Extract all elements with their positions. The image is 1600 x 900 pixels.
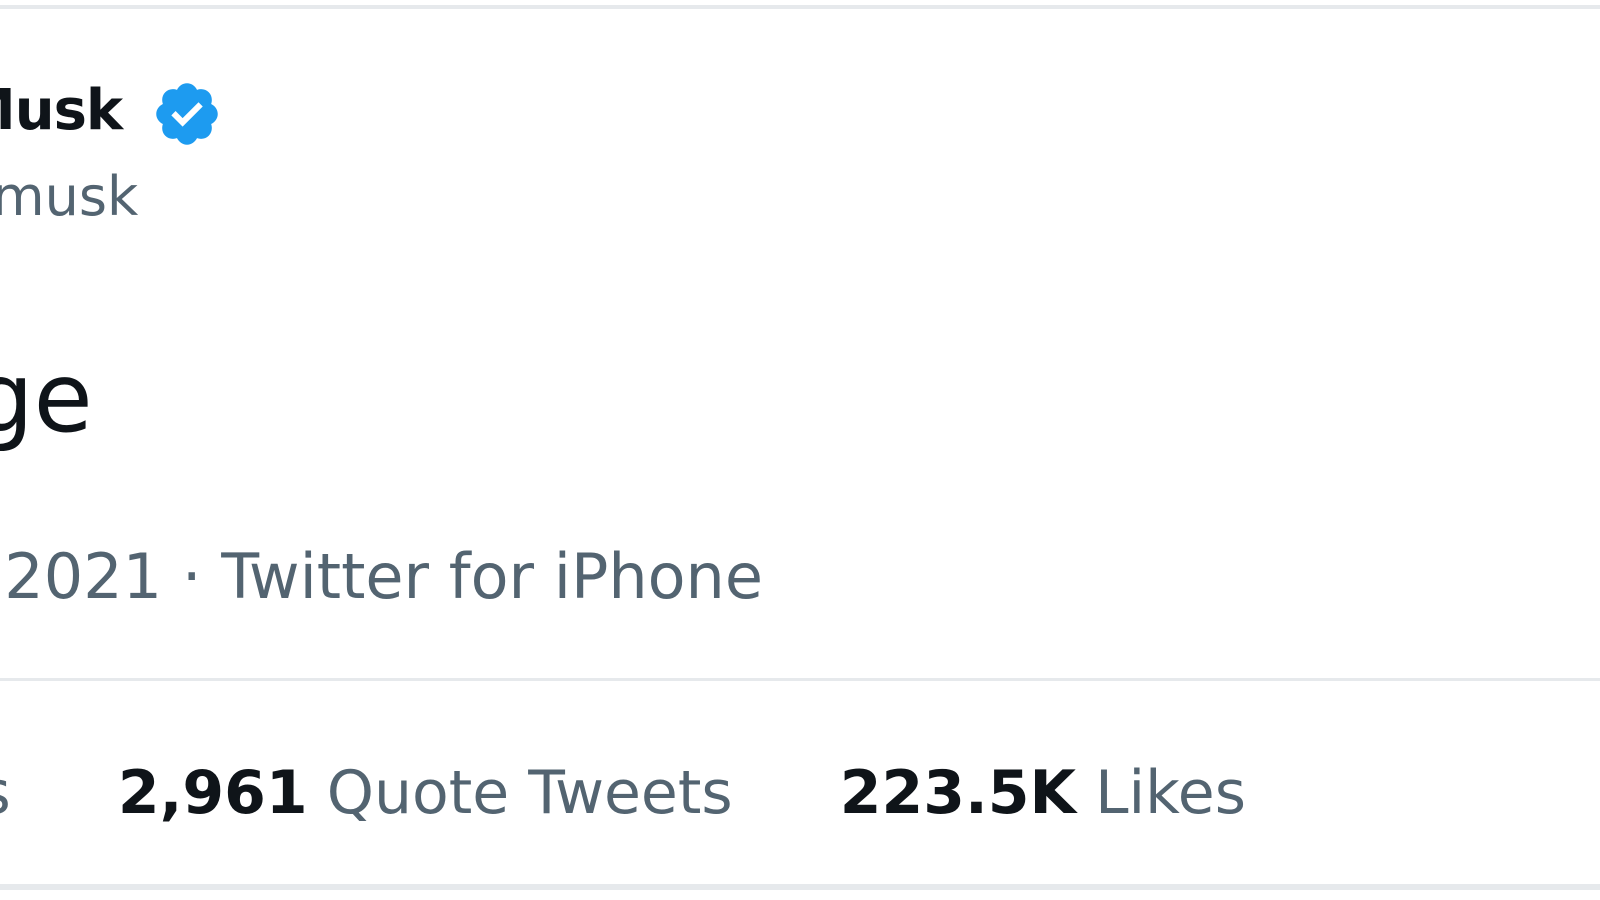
author-handle-text: musk <box>0 165 139 228</box>
verified-badge-icon <box>156 83 218 145</box>
likes-count: 223.5K <box>839 758 1076 828</box>
stats-divider <box>0 678 1600 681</box>
top-divider <box>0 5 1600 9</box>
tweet-detail-card: Musk @musk oge 21, 2021 · Twitter for iP… <box>0 0 1600 900</box>
retweets-label: ts <box>0 758 11 828</box>
retweets-stat[interactable]: ts <box>0 758 11 828</box>
tweet-source[interactable]: Twitter for iPhone <box>221 540 763 613</box>
tweet-metadata: 21, 2021 · Twitter for iPhone <box>0 540 763 613</box>
meta-separator: · <box>181 540 202 613</box>
quote-tweets-count: 2,961 <box>117 758 308 828</box>
quote-tweets-stat[interactable]: 2,961 Quote Tweets <box>118 758 733 828</box>
author-handle[interactable]: @musk <box>0 165 138 228</box>
tweet-text: oge <box>0 342 93 454</box>
engagement-stats: ts 2,961 Quote Tweets 223.5K Likes <box>0 758 1334 828</box>
quote-tweets-label: Quote Tweets <box>326 758 733 828</box>
likes-label: Likes <box>1095 758 1246 828</box>
author-display-name[interactable]: Musk <box>0 78 123 143</box>
likes-stat[interactable]: 223.5K Likes <box>840 758 1246 828</box>
bottom-divider <box>0 884 1600 890</box>
tweet-date[interactable]: 21, 2021 <box>0 540 162 613</box>
